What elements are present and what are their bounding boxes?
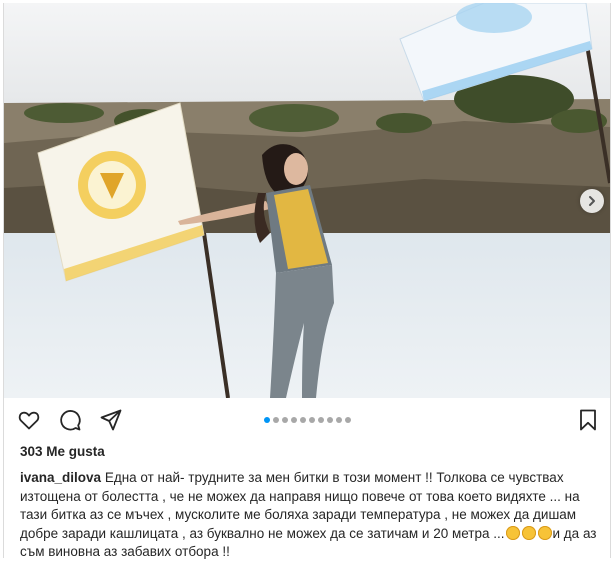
carousel-dot bbox=[290, 417, 297, 423]
carousel-dot bbox=[272, 417, 279, 423]
carousel-indicator bbox=[4, 417, 610, 423]
photo-scene bbox=[4, 3, 610, 398]
post-photo[interactable] bbox=[4, 3, 610, 398]
sweat-smile-emoji bbox=[505, 525, 520, 540]
next-slide-button[interactable] bbox=[580, 189, 604, 213]
post-caption: ivana_dilova Една от най- трудните за ме… bbox=[20, 469, 602, 562]
worried-face-emoji bbox=[521, 525, 536, 540]
carousel-dot bbox=[335, 417, 342, 423]
carousel-dot bbox=[263, 417, 270, 423]
worried-face-emoji bbox=[537, 525, 552, 540]
action-bar bbox=[4, 400, 610, 440]
carousel-dot bbox=[326, 417, 333, 423]
chevron-right-icon bbox=[589, 196, 595, 206]
like-count[interactable]: 303 Me gusta bbox=[20, 444, 105, 459]
carousel-dot bbox=[308, 417, 315, 423]
carousel-dot bbox=[344, 417, 351, 423]
username-link[interactable]: ivana_dilova bbox=[20, 470, 101, 485]
caption-text-part1: Една от най- трудните за мен битки в тоз… bbox=[20, 470, 580, 541]
carousel-dot bbox=[299, 417, 306, 423]
carousel-dot bbox=[317, 417, 324, 423]
bookmark-icon[interactable] bbox=[576, 408, 600, 432]
carousel-dot bbox=[281, 417, 288, 423]
instagram-post: 303 Me gusta ivana_dilova Една от най- т… bbox=[3, 3, 611, 559]
